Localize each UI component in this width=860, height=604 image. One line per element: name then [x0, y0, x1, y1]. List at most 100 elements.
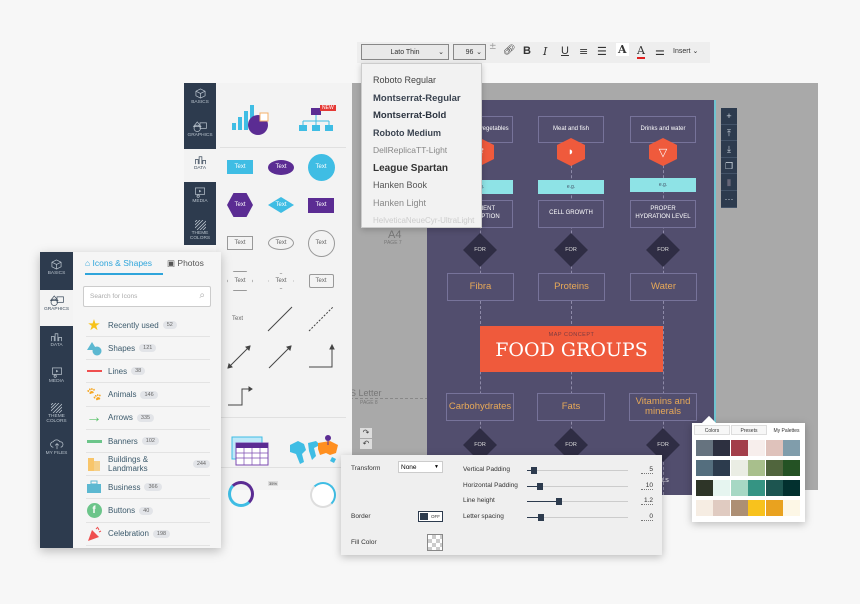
- size-stepper-icon[interactable]: ±: [489, 42, 497, 52]
- color-swatch[interactable]: [748, 480, 766, 496]
- sidebar-item-graphics[interactable]: GRAPHICS: [40, 290, 73, 326]
- sidebar-item-media[interactable]: MEDIA: [184, 182, 216, 215]
- nutrient-box[interactable]: Fibra: [447, 273, 514, 301]
- nutrient-box[interactable]: Water: [630, 273, 697, 301]
- text-shape[interactable]: Text: [307, 229, 335, 257]
- redo-button[interactable]: ↷: [360, 428, 372, 438]
- color-swatch[interactable]: [713, 440, 731, 456]
- slider[interactable]: [527, 483, 628, 490]
- font-option[interactable]: Roboto Medium: [362, 125, 481, 143]
- font-option[interactable]: Hanken Book: [362, 177, 481, 195]
- slider-value[interactable]: 0: [641, 513, 653, 521]
- text-shape[interactable]: Text: [227, 160, 253, 174]
- category-item[interactable]: f Buttons 40: [86, 500, 210, 523]
- color-swatch[interactable]: [748, 460, 766, 476]
- sidebar-item-basics[interactable]: BASICS: [184, 83, 216, 116]
- align-icon[interactable]: ≡: [579, 45, 588, 58]
- color-swatch[interactable]: [783, 440, 800, 456]
- color-swatch[interactable]: [713, 460, 731, 476]
- color-swatch[interactable]: [730, 480, 748, 496]
- move-up-icon[interactable]: ⤒: [721, 125, 737, 142]
- chart-widget-icon[interactable]: [230, 103, 270, 140]
- text-shape[interactable]: Text: [308, 197, 334, 213]
- sidebar-item-basics[interactable]: BASICS: [40, 254, 73, 290]
- font-size-select[interactable]: 96 ⌄: [453, 44, 486, 60]
- slider[interactable]: [527, 514, 628, 521]
- color-swatch[interactable]: [748, 440, 766, 456]
- title-block[interactable]: MAP CONCEPT FOOD GROUPS: [480, 326, 663, 372]
- fill-color-swatch[interactable]: [427, 534, 443, 551]
- text-shape[interactable]: Text: [227, 193, 253, 217]
- benefit-box[interactable]: CELL GROWTH: [538, 200, 604, 228]
- slider-value[interactable]: 10: [641, 482, 653, 490]
- search-input[interactable]: Search for Icons ⌕: [83, 286, 211, 307]
- add-icon[interactable]: +: [721, 108, 737, 125]
- text-shape[interactable]: Text: [308, 274, 334, 288]
- category-item[interactable]: Shapes 121: [86, 337, 210, 361]
- slider-thumb[interactable]: [531, 467, 538, 474]
- font-option[interactable]: Montserrat-Bold: [362, 107, 481, 125]
- duplicate-icon[interactable]: ❐: [721, 158, 737, 175]
- category-item[interactable]: Celebration 198: [86, 523, 210, 546]
- donut-chart-icon[interactable]: [228, 481, 254, 507]
- tab-presets[interactable]: Presets: [731, 425, 767, 435]
- category-item[interactable]: Lines 38: [86, 360, 210, 384]
- list-icon[interactable]: ☰: [597, 45, 607, 58]
- sidebar-item-theme-colors[interactable]: THEME COLORS: [184, 215, 216, 248]
- nutrient-box[interactable]: Proteins: [538, 273, 605, 301]
- sidebar-item-data[interactable]: DATA: [40, 326, 73, 362]
- category-item[interactable]: Banners 102: [86, 430, 210, 453]
- color-swatch[interactable]: [765, 460, 783, 476]
- category-item[interactable]: Business 366: [86, 476, 210, 500]
- slider-value[interactable]: 5: [641, 466, 653, 474]
- font-option[interactable]: HelveticaNeueCyr-UltraLight: [362, 212, 481, 230]
- progress-ring-icon[interactable]: [310, 482, 336, 508]
- font-option[interactable]: League Spartan: [362, 160, 481, 178]
- slider-thumb[interactable]: [556, 498, 563, 505]
- text-background-icon[interactable]: A: [616, 43, 629, 56]
- trash-icon[interactable]: ▮: [721, 174, 737, 191]
- more-icon[interactable]: ···: [721, 191, 737, 208]
- color-swatch[interactable]: [696, 500, 713, 516]
- underline-icon[interactable]: U: [561, 45, 569, 57]
- font-select[interactable]: Lato Thin ⌄: [361, 44, 449, 60]
- sidebar-item-theme-colors[interactable]: THEME COLORS: [40, 398, 73, 434]
- tab-icons-shapes[interactable]: ⌂ Icons & Shapes: [85, 258, 163, 275]
- slider[interactable]: [527, 467, 628, 474]
- nutrient-box[interactable]: Vitamins and minerals: [629, 393, 697, 421]
- nutrient-box[interactable]: Carbohydrates: [446, 393, 514, 421]
- tab-my-palettes[interactable]: My Palettes: [768, 425, 805, 435]
- text-shape[interactable]: Text: [307, 153, 335, 181]
- font-option[interactable]: DellReplicaTT-Light: [362, 142, 481, 160]
- text-shape[interactable]: Text: [268, 159, 294, 175]
- category-item[interactable]: 🐾︎ Animals 146: [85, 384, 210, 407]
- insert-menu[interactable]: Insert ⌄: [673, 47, 698, 55]
- text-color-icon[interactable]: A: [637, 45, 645, 59]
- text-shape[interactable]: Text: [227, 236, 253, 250]
- text-shape[interactable]: Text: [227, 271, 253, 291]
- category-item[interactable]: ★ Recently used 52: [86, 314, 210, 337]
- benefit-box[interactable]: PROPER HYDRATION LEVEL: [630, 200, 696, 228]
- color-swatch[interactable]: [765, 500, 783, 516]
- color-swatch[interactable]: [783, 480, 800, 496]
- color-swatch[interactable]: [765, 480, 783, 496]
- color-swatch[interactable]: [783, 460, 800, 476]
- sidebar-item-media[interactable]: MEDIA: [40, 362, 73, 398]
- color-swatch[interactable]: [748, 500, 766, 516]
- slider[interactable]: [527, 498, 628, 505]
- slider-value[interactable]: 1.2: [641, 497, 653, 505]
- color-swatch[interactable]: [713, 480, 731, 496]
- text-shape[interactable]: Text: [268, 273, 294, 289]
- color-swatch[interactable]: [730, 460, 748, 476]
- slider-thumb[interactable]: [538, 514, 545, 521]
- bold-icon[interactable]: B: [523, 45, 531, 57]
- border-toggle[interactable]: OFF: [418, 511, 443, 522]
- text-shape[interactable]: Text: [268, 197, 294, 213]
- settings-sliders-icon[interactable]: ⚌: [655, 45, 665, 58]
- link-icon[interactable]: 🔗︎: [503, 45, 516, 56]
- slider-thumb[interactable]: [537, 483, 544, 490]
- text-shape[interactable]: Text: [268, 236, 294, 250]
- color-swatch[interactable]: [696, 440, 713, 456]
- color-swatch[interactable]: [730, 500, 748, 516]
- sidebar-item-graphics[interactable]: GRAPHICS: [184, 116, 216, 149]
